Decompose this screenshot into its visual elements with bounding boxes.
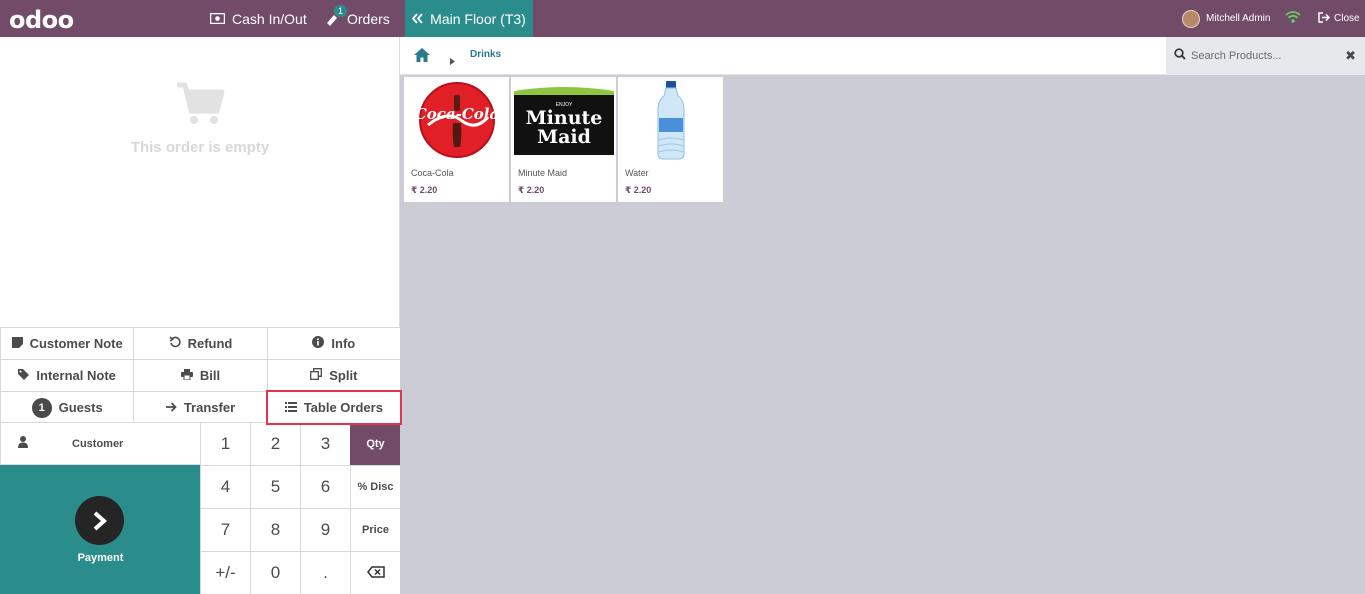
price-mode-button[interactable]: Price — [350, 508, 401, 552]
top-bar: odoo Cash In/Out 1 Orders Main Floor (T3… — [0, 0, 1365, 37]
search-bar: ✖ — [1166, 37, 1365, 75]
info-icon — [312, 336, 325, 351]
list-icon — [284, 400, 297, 415]
arrow-right-icon — [165, 400, 177, 415]
numpad-key-5[interactable]: 5 — [250, 465, 301, 509]
customer-note-button[interactable]: Customer Note — [0, 327, 135, 360]
empty-order-text: This order is empty — [130, 139, 270, 156]
customer-label: Customer — [72, 437, 124, 450]
svg-text:Maid: Maid — [537, 126, 591, 148]
avatar — [1182, 9, 1200, 28]
copy-icon — [310, 368, 323, 383]
water-bottle-image — [618, 77, 723, 162]
customer-button[interactable]: Customer — [0, 422, 201, 465]
product-name: Minute Maid — [518, 168, 568, 178]
clear-search-icon[interactable]: ✖ — [1345, 48, 1356, 64]
breadcrumb: Drinks — [400, 37, 1166, 75]
product-price: ₹ 2.20 — [625, 185, 652, 195]
home-icon[interactable] — [413, 47, 431, 68]
product-name: Water — [625, 168, 649, 178]
caret-right-icon — [450, 52, 455, 70]
numpad-key-plus-minus[interactable]: +/- — [200, 551, 251, 594]
numpad-key-2[interactable]: 2 — [250, 422, 301, 466]
numpad-key-4[interactable]: 4 — [200, 465, 251, 509]
wifi-icon — [1285, 10, 1301, 29]
guests-label: Guests — [58, 400, 103, 415]
minute-maid-image: ENJOY Minute Maid — [511, 77, 616, 162]
sign-out-icon — [1318, 11, 1331, 26]
orders-count-badge: 1 — [334, 4, 348, 17]
user-name: Mitchell Admin — [1206, 13, 1271, 24]
transfer-label: Transfer — [183, 400, 236, 415]
product-name: Coca-Cola — [411, 168, 454, 178]
orders-button[interactable]: 1 Orders — [324, 0, 390, 37]
close-button[interactable]: Close — [1318, 0, 1360, 37]
double-chevron-left-icon — [411, 11, 423, 27]
numpad-key-6[interactable]: 6 — [300, 465, 351, 509]
table-orders-label: Table Orders — [303, 400, 383, 415]
backspace-icon — [366, 563, 385, 583]
split-button[interactable]: Split — [266, 359, 401, 392]
product-card-minute-maid[interactable]: ENJOY Minute Maid Minute Maid ₹ 2.20 — [511, 77, 616, 202]
numpad-key-7[interactable]: 7 — [200, 508, 251, 552]
numpad-key-8[interactable]: 8 — [250, 508, 301, 552]
numpad-key-9[interactable]: 9 — [300, 508, 351, 552]
odoo-logo: odoo — [9, 6, 74, 34]
payment-button[interactable]: Payment — [0, 465, 201, 594]
guests-button[interactable]: 1 Guests — [0, 391, 135, 424]
search-icon — [1174, 47, 1186, 65]
user-menu[interactable]: Mitchell Admin — [1182, 0, 1270, 37]
info-label: Info — [331, 336, 356, 351]
cash-in-out-label: Cash In/Out — [232, 10, 307, 27]
transfer-button[interactable]: Transfer — [133, 391, 268, 424]
search-input[interactable] — [1191, 50, 1341, 62]
backspace-button[interactable] — [350, 551, 401, 594]
product-price: ₹ 2.20 — [518, 185, 545, 195]
product-price: ₹ 2.20 — [411, 185, 438, 195]
numpad: 1 2 3 Qty 4 5 6 % Disc 7 8 9 Price +/- 0… — [200, 422, 401, 594]
internal-note-button[interactable]: Internal Note — [0, 359, 135, 392]
product-list: Coca-Cola Coca-Cola ₹ 2.20 ENJOY Minute … — [404, 77, 723, 202]
coca-cola-image: Coca-Cola — [404, 77, 509, 162]
tag-icon — [18, 368, 30, 383]
qty-mode-button[interactable]: Qty — [350, 422, 401, 466]
floor-back-button[interactable]: Main Floor (T3) — [405, 0, 533, 37]
numpad-key-1[interactable]: 1 — [200, 422, 251, 466]
cash-in-out-button[interactable]: Cash In/Out — [209, 0, 307, 37]
numpad-key-decimal[interactable]: . — [300, 551, 351, 594]
floor-label: Main Floor (T3) — [430, 10, 526, 27]
table-orders-button[interactable]: Table Orders — [265, 390, 402, 425]
orders-label: Orders — [347, 10, 390, 27]
empty-order: This order is empty — [0, 82, 400, 156]
numpad-key-0[interactable]: 0 — [250, 551, 301, 594]
product-card-coca-cola[interactable]: Coca-Cola Coca-Cola ₹ 2.20 — [404, 77, 509, 202]
note-icon — [11, 336, 23, 351]
ticket-icon: 1 — [324, 4, 348, 27]
info-button[interactable]: Info — [266, 327, 401, 360]
payment-label: Payment — [77, 552, 124, 564]
guests-count: 1 — [31, 397, 52, 418]
chevron-right-icon — [75, 496, 124, 545]
bill-label: Bill — [199, 368, 221, 383]
product-card-water[interactable]: Water ₹ 2.20 — [618, 77, 723, 202]
refund-label: Refund — [187, 336, 233, 351]
discount-mode-button[interactable]: % Disc — [350, 465, 401, 509]
breadcrumb-category[interactable]: Drinks — [470, 49, 501, 60]
close-label: Close — [1334, 13, 1360, 24]
numpad-key-3[interactable]: 3 — [300, 422, 351, 466]
undo-icon — [169, 336, 181, 351]
shopping-cart-icon — [175, 82, 225, 130]
cash-icon — [209, 11, 226, 27]
bill-button[interactable]: Bill — [133, 359, 268, 392]
order-pane: This order is empty Customer Note Refund… — [0, 37, 402, 594]
products-pane: Drinks ✖ Coca-Cola Coca-Cola ₹ 2.20 — [400, 37, 1365, 594]
print-icon — [180, 368, 193, 383]
user-icon — [18, 436, 28, 451]
customer-note-label: Customer Note — [29, 336, 123, 351]
refund-button[interactable]: Refund — [133, 327, 268, 360]
internal-note-label: Internal Note — [36, 368, 116, 383]
control-buttons: Customer Note Refund Info Internal Note … — [0, 327, 402, 425]
split-label: Split — [329, 368, 358, 383]
